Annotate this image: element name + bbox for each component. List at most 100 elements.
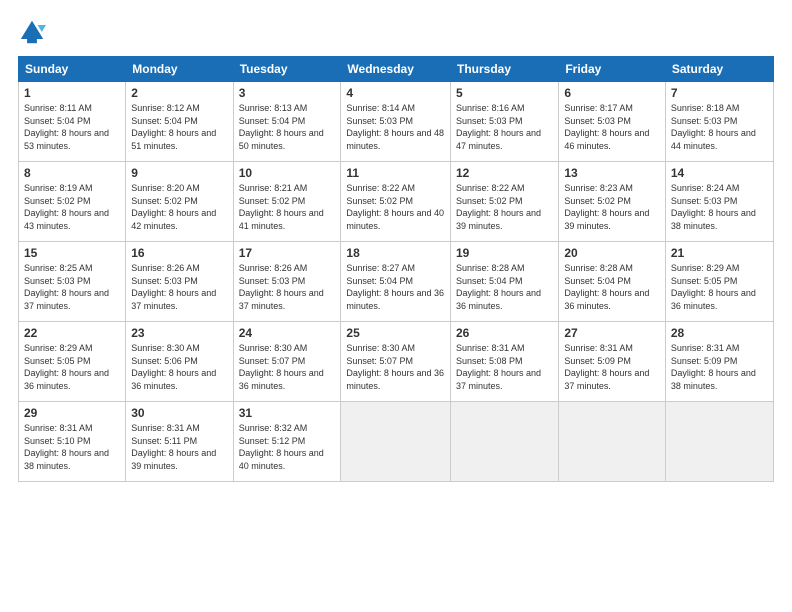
weekday-thursday: Thursday — [451, 57, 559, 82]
day-info: Sunrise: 8:28 AMSunset: 5:04 PMDaylight:… — [564, 263, 649, 311]
day-info: Sunrise: 8:23 AMSunset: 5:02 PMDaylight:… — [564, 183, 649, 231]
day-info: Sunrise: 8:16 AMSunset: 5:03 PMDaylight:… — [456, 103, 541, 151]
day-cell: 22 Sunrise: 8:29 AMSunset: 5:05 PMDaylig… — [19, 322, 126, 402]
week-row-5: 29 Sunrise: 8:31 AMSunset: 5:10 PMDaylig… — [19, 402, 774, 482]
day-info: Sunrise: 8:27 AMSunset: 5:04 PMDaylight:… — [346, 263, 444, 311]
day-cell: 17 Sunrise: 8:26 AMSunset: 5:03 PMDaylig… — [233, 242, 341, 322]
day-number: 3 — [239, 86, 336, 100]
day-cell: 27 Sunrise: 8:31 AMSunset: 5:09 PMDaylig… — [559, 322, 666, 402]
day-cell: 21 Sunrise: 8:29 AMSunset: 5:05 PMDaylig… — [665, 242, 773, 322]
day-number: 1 — [24, 86, 120, 100]
page: SundayMondayTuesdayWednesdayThursdayFrid… — [0, 0, 792, 612]
calendar-header: SundayMondayTuesdayWednesdayThursdayFrid… — [19, 57, 774, 82]
week-row-1: 1 Sunrise: 8:11 AMSunset: 5:04 PMDayligh… — [19, 82, 774, 162]
day-cell: 29 Sunrise: 8:31 AMSunset: 5:10 PMDaylig… — [19, 402, 126, 482]
day-cell: 3 Sunrise: 8:13 AMSunset: 5:04 PMDayligh… — [233, 82, 341, 162]
day-cell: 1 Sunrise: 8:11 AMSunset: 5:04 PMDayligh… — [19, 82, 126, 162]
day-info: Sunrise: 8:22 AMSunset: 5:02 PMDaylight:… — [456, 183, 541, 231]
weekday-sunday: Sunday — [19, 57, 126, 82]
day-number: 26 — [456, 326, 553, 340]
day-info: Sunrise: 8:21 AMSunset: 5:02 PMDaylight:… — [239, 183, 324, 231]
day-info: Sunrise: 8:30 AMSunset: 5:06 PMDaylight:… — [131, 343, 216, 391]
day-number: 6 — [564, 86, 660, 100]
day-cell: 30 Sunrise: 8:31 AMSunset: 5:11 PMDaylig… — [126, 402, 233, 482]
weekday-tuesday: Tuesday — [233, 57, 341, 82]
day-number: 2 — [131, 86, 227, 100]
day-cell: 4 Sunrise: 8:14 AMSunset: 5:03 PMDayligh… — [341, 82, 451, 162]
day-info: Sunrise: 8:14 AMSunset: 5:03 PMDaylight:… — [346, 103, 444, 151]
day-cell: 11 Sunrise: 8:22 AMSunset: 5:02 PMDaylig… — [341, 162, 451, 242]
day-number: 4 — [346, 86, 445, 100]
day-info: Sunrise: 8:31 AMSunset: 5:10 PMDaylight:… — [24, 423, 109, 471]
day-info: Sunrise: 8:26 AMSunset: 5:03 PMDaylight:… — [131, 263, 216, 311]
day-number: 13 — [564, 166, 660, 180]
day-info: Sunrise: 8:30 AMSunset: 5:07 PMDaylight:… — [239, 343, 324, 391]
day-cell: 18 Sunrise: 8:27 AMSunset: 5:04 PMDaylig… — [341, 242, 451, 322]
day-number: 27 — [564, 326, 660, 340]
day-info: Sunrise: 8:18 AMSunset: 5:03 PMDaylight:… — [671, 103, 756, 151]
day-number: 9 — [131, 166, 227, 180]
day-number: 19 — [456, 246, 553, 260]
day-cell: 26 Sunrise: 8:31 AMSunset: 5:08 PMDaylig… — [451, 322, 559, 402]
logo-icon — [18, 18, 46, 46]
day-number: 11 — [346, 166, 445, 180]
day-cell: 5 Sunrise: 8:16 AMSunset: 5:03 PMDayligh… — [451, 82, 559, 162]
day-number: 12 — [456, 166, 553, 180]
day-info: Sunrise: 8:31 AMSunset: 5:09 PMDaylight:… — [671, 343, 756, 391]
day-number: 23 — [131, 326, 227, 340]
day-info: Sunrise: 8:11 AMSunset: 5:04 PMDaylight:… — [24, 103, 109, 151]
day-cell: 7 Sunrise: 8:18 AMSunset: 5:03 PMDayligh… — [665, 82, 773, 162]
day-info: Sunrise: 8:25 AMSunset: 5:03 PMDaylight:… — [24, 263, 109, 311]
day-info: Sunrise: 8:24 AMSunset: 5:03 PMDaylight:… — [671, 183, 756, 231]
weekday-wednesday: Wednesday — [341, 57, 451, 82]
day-number: 14 — [671, 166, 768, 180]
weekday-friday: Friday — [559, 57, 666, 82]
day-number: 21 — [671, 246, 768, 260]
day-info: Sunrise: 8:29 AMSunset: 5:05 PMDaylight:… — [24, 343, 109, 391]
week-row-2: 8 Sunrise: 8:19 AMSunset: 5:02 PMDayligh… — [19, 162, 774, 242]
day-cell: 15 Sunrise: 8:25 AMSunset: 5:03 PMDaylig… — [19, 242, 126, 322]
week-row-4: 22 Sunrise: 8:29 AMSunset: 5:05 PMDaylig… — [19, 322, 774, 402]
day-cell: 23 Sunrise: 8:30 AMSunset: 5:06 PMDaylig… — [126, 322, 233, 402]
day-number: 31 — [239, 406, 336, 420]
day-info: Sunrise: 8:31 AMSunset: 5:08 PMDaylight:… — [456, 343, 541, 391]
day-cell: 31 Sunrise: 8:32 AMSunset: 5:12 PMDaylig… — [233, 402, 341, 482]
day-cell: 13 Sunrise: 8:23 AMSunset: 5:02 PMDaylig… — [559, 162, 666, 242]
day-cell: 28 Sunrise: 8:31 AMSunset: 5:09 PMDaylig… — [665, 322, 773, 402]
day-info: Sunrise: 8:12 AMSunset: 5:04 PMDaylight:… — [131, 103, 216, 151]
day-info: Sunrise: 8:31 AMSunset: 5:11 PMDaylight:… — [131, 423, 216, 471]
day-number: 7 — [671, 86, 768, 100]
day-info: Sunrise: 8:28 AMSunset: 5:04 PMDaylight:… — [456, 263, 541, 311]
day-cell: 20 Sunrise: 8:28 AMSunset: 5:04 PMDaylig… — [559, 242, 666, 322]
day-cell: 2 Sunrise: 8:12 AMSunset: 5:04 PMDayligh… — [126, 82, 233, 162]
day-cell — [559, 402, 666, 482]
day-number: 8 — [24, 166, 120, 180]
weekday-monday: Monday — [126, 57, 233, 82]
day-cell — [451, 402, 559, 482]
day-cell: 25 Sunrise: 8:30 AMSunset: 5:07 PMDaylig… — [341, 322, 451, 402]
day-info: Sunrise: 8:17 AMSunset: 5:03 PMDaylight:… — [564, 103, 649, 151]
day-number: 15 — [24, 246, 120, 260]
day-cell: 12 Sunrise: 8:22 AMSunset: 5:02 PMDaylig… — [451, 162, 559, 242]
day-info: Sunrise: 8:26 AMSunset: 5:03 PMDaylight:… — [239, 263, 324, 311]
day-info: Sunrise: 8:31 AMSunset: 5:09 PMDaylight:… — [564, 343, 649, 391]
logo — [18, 18, 50, 46]
day-cell — [665, 402, 773, 482]
day-info: Sunrise: 8:32 AMSunset: 5:12 PMDaylight:… — [239, 423, 324, 471]
header — [18, 18, 774, 46]
day-number: 28 — [671, 326, 768, 340]
weekday-header-row: SundayMondayTuesdayWednesdayThursdayFrid… — [19, 57, 774, 82]
day-cell: 10 Sunrise: 8:21 AMSunset: 5:02 PMDaylig… — [233, 162, 341, 242]
calendar-table: SundayMondayTuesdayWednesdayThursdayFrid… — [18, 56, 774, 482]
day-info: Sunrise: 8:13 AMSunset: 5:04 PMDaylight:… — [239, 103, 324, 151]
day-number: 20 — [564, 246, 660, 260]
day-info: Sunrise: 8:19 AMSunset: 5:02 PMDaylight:… — [24, 183, 109, 231]
day-number: 16 — [131, 246, 227, 260]
day-number: 25 — [346, 326, 445, 340]
day-info: Sunrise: 8:30 AMSunset: 5:07 PMDaylight:… — [346, 343, 444, 391]
week-row-3: 15 Sunrise: 8:25 AMSunset: 5:03 PMDaylig… — [19, 242, 774, 322]
day-number: 5 — [456, 86, 553, 100]
day-cell: 24 Sunrise: 8:30 AMSunset: 5:07 PMDaylig… — [233, 322, 341, 402]
calendar-body: 1 Sunrise: 8:11 AMSunset: 5:04 PMDayligh… — [19, 82, 774, 482]
day-cell: 8 Sunrise: 8:19 AMSunset: 5:02 PMDayligh… — [19, 162, 126, 242]
